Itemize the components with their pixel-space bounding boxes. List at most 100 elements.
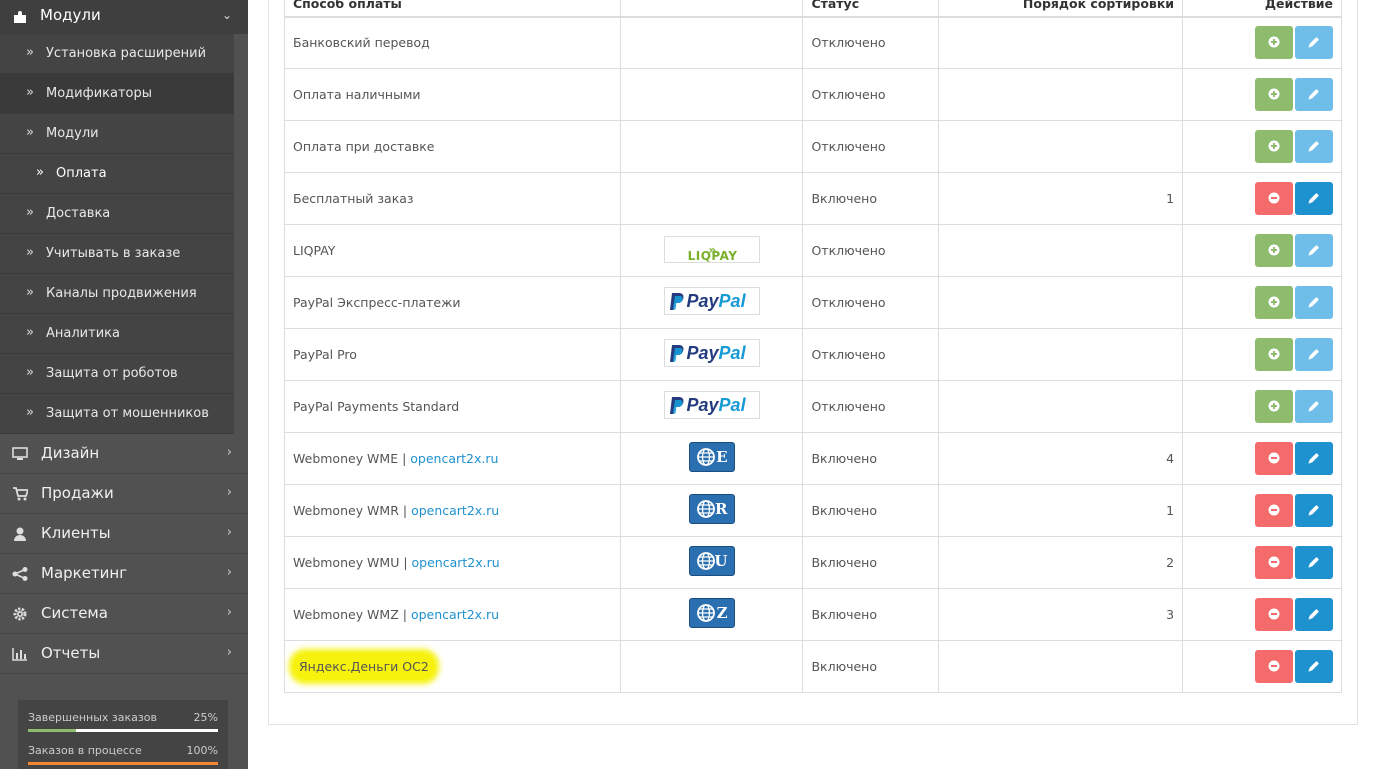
sidebar-item-fraud[interactable]: » Защита от мошенников	[0, 394, 234, 434]
paypal-p-icon	[669, 397, 684, 414]
install-button[interactable]	[1255, 390, 1293, 423]
modules-submenu: » Установка расширений » Модификаторы » Мод…	[0, 34, 234, 434]
edit-button[interactable]	[1295, 78, 1333, 111]
col-status[interactable]: Статус	[802, 0, 940, 18]
cell-name: Банковский перевод	[284, 16, 621, 69]
sidebar-item-system[interactable]: Система ›	[0, 594, 248, 634]
uninstall-button[interactable]	[1255, 546, 1293, 579]
uninstall-button[interactable]	[1255, 442, 1293, 475]
cell-logo: PayPal	[619, 380, 804, 433]
author-link[interactable]: opencart2x.ru	[411, 607, 499, 622]
col-payment-method[interactable]: Способ оплаты	[284, 0, 621, 18]
cell-sort-order	[938, 16, 1184, 69]
install-button[interactable]	[1255, 78, 1293, 111]
sidebar-item-reports[interactable]: Отчеты ›	[0, 634, 248, 674]
table-row: Банковский перевод Отключено	[284, 16, 1342, 69]
progress-fill	[28, 729, 76, 732]
double-chevron-icon: »	[26, 125, 34, 140]
plus-circle-icon	[1268, 140, 1280, 152]
cell-logo: LIQPAY »	[619, 224, 804, 277]
uninstall-button[interactable]	[1255, 598, 1293, 631]
share-icon	[12, 567, 28, 581]
plus-circle-icon	[1268, 88, 1280, 100]
col-sort-order[interactable]: Порядок сортировки	[938, 0, 1184, 18]
double-chevron-icon: »	[26, 85, 34, 100]
install-button[interactable]	[1255, 26, 1293, 60]
cell-sort-order: 1	[938, 484, 1184, 537]
payment-name: Оплата при доставке	[293, 139, 435, 154]
edit-button[interactable]	[1295, 390, 1333, 423]
table-row: Webmoney WMR | opencart2x.ru R Включено 1	[284, 484, 1342, 537]
cell-sort-order	[938, 640, 1184, 693]
payment-name: Webmoney WMZ	[293, 607, 399, 622]
table-header-row: Способ оплаты Статус Порядок сортировки …	[284, 0, 1342, 18]
sidebar-item-label: Клиенты	[41, 524, 111, 542]
install-button[interactable]	[1255, 286, 1293, 319]
uninstall-button[interactable]	[1255, 650, 1293, 683]
cell-logo: Z	[619, 588, 804, 641]
edit-button[interactable]	[1295, 442, 1333, 475]
cell-actions	[1182, 68, 1342, 121]
sidebar-item-modules[interactable]: » Модули	[0, 114, 234, 154]
sidebar-item-feeds[interactable]: » Каналы продвижения	[0, 274, 234, 314]
sidebar-item-design[interactable]: Дизайн ›	[0, 434, 248, 474]
sidebar-item-modifications[interactable]: » Модификаторы	[0, 74, 234, 114]
cell-logo: R	[619, 484, 804, 537]
install-button[interactable]	[1255, 234, 1293, 267]
author-link[interactable]: opencart2x.ru	[412, 555, 500, 570]
edit-button[interactable]	[1295, 182, 1333, 215]
sidebar-item-order-totals[interactable]: » Учитывать в заказе	[0, 234, 234, 274]
cell-status: Отключено	[802, 276, 940, 329]
menu-modules[interactable]: Модули ⌄	[0, 0, 248, 34]
sidebar-item-label: Модули	[46, 126, 99, 141]
sidebar-item-label: Дизайн	[41, 444, 100, 462]
sidebar-item-extension-install[interactable]: » Установка расширений	[0, 34, 234, 74]
sidebar-item-customers[interactable]: Клиенты ›	[0, 514, 248, 554]
table-row: PayPal Payments Standard PayPal Отключен…	[284, 380, 1342, 433]
double-chevron-icon: »	[26, 245, 34, 260]
cell-name: Оплата при доставке	[284, 120, 621, 173]
sidebar-item-analytics[interactable]: » Аналитика	[0, 314, 234, 354]
uninstall-button[interactable]	[1255, 182, 1293, 215]
cell-name: PayPal Экспресс-платежи	[284, 276, 621, 329]
cell-logo	[619, 16, 804, 69]
edit-button[interactable]	[1295, 338, 1333, 371]
author-link[interactable]: opencart2x.ru	[411, 503, 499, 518]
install-button[interactable]	[1255, 338, 1293, 371]
progress-track	[28, 762, 218, 765]
edit-button[interactable]	[1295, 546, 1333, 579]
payment-name: Webmoney WME	[293, 451, 399, 466]
sidebar: Модули ⌄ » Установка расширений » Модифика…	[0, 0, 248, 769]
sidebar-item-label: Модификаторы	[46, 86, 153, 101]
edit-button[interactable]	[1295, 234, 1333, 267]
cell-status: Включено	[802, 640, 940, 693]
chevron-right-icon: ›	[226, 445, 232, 460]
author-link[interactable]: opencart2x.ru	[410, 451, 498, 466]
edit-button[interactable]	[1295, 286, 1333, 319]
edit-button[interactable]	[1295, 130, 1333, 163]
sidebar-item-marketing[interactable]: Маркетинг ›	[0, 554, 248, 594]
edit-button[interactable]	[1295, 650, 1333, 683]
cell-status: Включено	[802, 536, 940, 589]
edit-button[interactable]	[1295, 598, 1333, 631]
table-row: LIQPAY LIQPAY » Отключено	[284, 224, 1342, 277]
sidebar-item-shipping[interactable]: » Доставка	[0, 194, 234, 234]
install-button[interactable]	[1255, 130, 1293, 163]
uninstall-button[interactable]	[1255, 494, 1293, 527]
cell-actions	[1182, 328, 1342, 381]
edit-button[interactable]	[1295, 26, 1333, 60]
cell-actions	[1182, 536, 1342, 589]
stat-percent: 25%	[193, 711, 218, 724]
payment-name: PayPal Payments Standard	[293, 399, 460, 414]
sidebar-item-sales[interactable]: Продажи ›	[0, 474, 248, 514]
sidebar-item-label: Защита от роботов	[46, 366, 178, 381]
table-row: Webmoney WME | opencart2x.ru E Включено 4	[284, 432, 1342, 485]
edit-button[interactable]	[1295, 494, 1333, 527]
minus-circle-icon	[1268, 556, 1280, 568]
chevron-right-icon: ›	[226, 525, 232, 540]
stat-label: Заказов в процессе	[28, 744, 142, 757]
paypal-logo: PayPal	[663, 339, 760, 367]
payment-name: Яндекс.Деньги ОС2	[293, 653, 435, 680]
sidebar-item-captcha[interactable]: » Защита от роботов	[0, 354, 234, 394]
sidebar-item-payment[interactable]: » Оплата	[0, 154, 234, 194]
